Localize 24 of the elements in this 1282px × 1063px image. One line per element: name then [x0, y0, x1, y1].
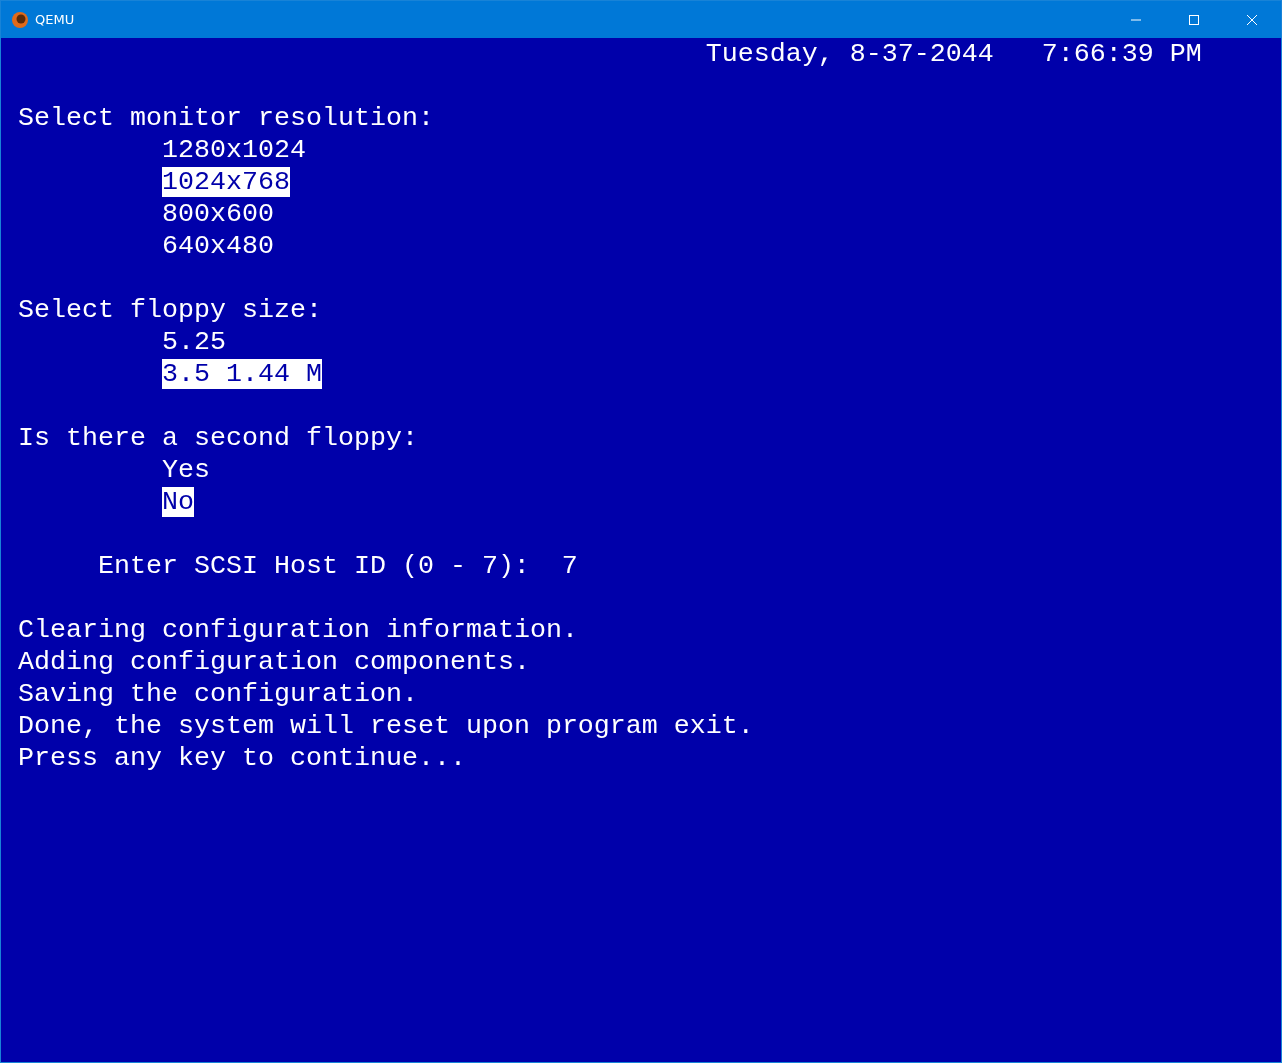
maximize-icon[interactable]	[1188, 13, 1200, 26]
question-prompt: Select monitor resolution:	[18, 103, 434, 133]
close-icon[interactable]	[1246, 13, 1258, 26]
scsi-prompt: Enter SCSI Host ID (0 - 7):	[97, 551, 530, 581]
app-icon	[11, 10, 29, 29]
option-item[interactable]: 800x600	[161, 199, 274, 229]
status-message: Saving the configuration.	[18, 679, 418, 709]
scsi-value: 7	[561, 551, 578, 581]
status-message: Done, the system will reset upon program exit.	[18, 711, 754, 741]
option-item[interactable]: 3.5 1.44 M	[161, 359, 322, 389]
question-prompt: Is there a second floppy:	[18, 423, 418, 453]
status-message: Adding configuration components.	[18, 647, 530, 677]
time-text: 7:66:39 PM	[1041, 39, 1202, 69]
status-message: Clearing configuration information.	[18, 615, 578, 645]
status-message: Press any key to continue...	[18, 743, 466, 773]
option-item[interactable]: Yes	[161, 455, 210, 485]
window-title: QEMU	[35, 12, 76, 27]
option-item[interactable]: 1024x768	[161, 167, 290, 197]
option-item[interactable]: No	[161, 487, 194, 517]
option-item[interactable]: 640x480	[161, 231, 274, 261]
option-item[interactable]: 5.25	[161, 327, 226, 357]
date-text: Tuesday, 8-37-2044	[705, 39, 994, 69]
question-prompt: Select floppy size:	[18, 295, 322, 325]
option-item[interactable]: 1280x1024	[161, 135, 306, 165]
